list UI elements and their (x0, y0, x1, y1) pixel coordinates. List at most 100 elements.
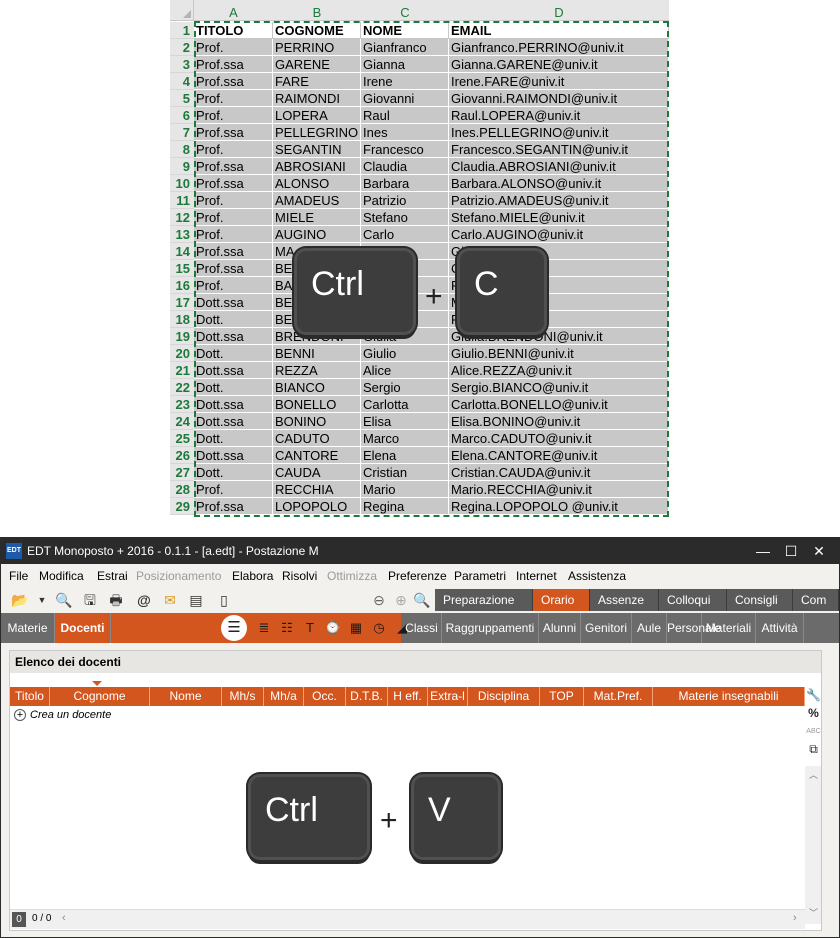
column-header[interactable]: Extra-l (428, 687, 468, 706)
sheet-cell[interactable]: Cristian.CAUDA@univ.it (449, 464, 669, 481)
sheet-cell[interactable]: Patrizio.AMADEUS@univ.it (449, 192, 669, 209)
sheet-cell[interactable]: Stefano.MIELE@univ.it (449, 209, 669, 226)
tab-alunni[interactable]: Alunni (539, 613, 581, 643)
sheet-cell[interactable]: Prof.ssa (194, 498, 273, 515)
minimize-button[interactable]: — (751, 541, 775, 561)
sheet-cell[interactable]: CADUTO (273, 430, 361, 447)
column-title-cell[interactable]: EMAIL (449, 22, 669, 39)
sheet-cell[interactable]: LOPOPOLO (273, 498, 361, 515)
sheet-cell[interactable]: MIELE (273, 209, 361, 226)
sheet-cell[interactable]: ABROSIANI (273, 158, 361, 175)
sheet-cell[interactable]: Mario.RECCHIA@univ.it (449, 481, 669, 498)
sheet-cell[interactable]: Dott. (194, 430, 273, 447)
tab-attività[interactable]: Attività (756, 613, 804, 643)
sheet-cell[interactable]: Raul.LOPERA@univ.it (449, 107, 669, 124)
column-header[interactable]: Titolo (10, 687, 50, 706)
sheet-cell[interactable]: AUGINO (273, 226, 361, 243)
sheet-cell[interactable]: Carlotta.BONELLO@univ.it (449, 396, 669, 413)
scroll-down-icon[interactable]: ﹀ (809, 906, 818, 919)
sheet-cell[interactable]: Giovanni (361, 90, 449, 107)
menu-assistenza[interactable]: Assistenza (568, 569, 626, 583)
percent-icon[interactable]: % (805, 705, 822, 721)
maximize-button[interactable]: ☐ (779, 541, 803, 561)
row-header[interactable]: 29 (170, 498, 194, 515)
sheet-cell[interactable]: Ines (361, 124, 449, 141)
tab-genitori[interactable]: Genitori (581, 613, 632, 643)
scroll-left-icon[interactable]: ‹ (62, 912, 66, 924)
sheet-cell[interactable]: Carlo (361, 226, 449, 243)
zoom-search-icon[interactable]: 🔍 (413, 591, 431, 609)
row-header[interactable]: 28 (170, 481, 194, 498)
row-header[interactable]: 20 (170, 345, 194, 362)
sheet-cell[interactable]: Claudia.ABROSIANI@univ.it (449, 158, 669, 175)
menu-parametri[interactable]: Parametri (454, 569, 506, 583)
row-header[interactable]: 17 (170, 294, 194, 311)
sheet-cell[interactable]: Prof. (194, 277, 273, 294)
sheet-cell[interactable]: PERRINO (273, 39, 361, 56)
row-header[interactable]: 18 (170, 311, 194, 328)
row-header[interactable]: 12 (170, 209, 194, 226)
row-header[interactable]: 3 (170, 56, 194, 73)
row-header[interactable]: 11 (170, 192, 194, 209)
column-header[interactable]: TOP (540, 687, 584, 706)
tab-materiali[interactable]: Materiali (702, 613, 756, 643)
column-header[interactable]: Cognome (50, 687, 150, 706)
sheet-cell[interactable]: Prof.ssa (194, 243, 273, 260)
menu-posizionamento[interactable]: Posizionamento (136, 569, 221, 583)
abc-icon[interactable]: ABC (805, 724, 822, 740)
column-header-a[interactable]: A (194, 0, 273, 21)
sheet-cell[interactable]: Barbara.ALONSO@univ.it (449, 175, 669, 192)
row-header[interactable]: 25 (170, 430, 194, 447)
column-header[interactable]: Materie insegnabili (653, 687, 805, 706)
sheet-cell[interactable]: Prof. (194, 226, 273, 243)
sheet-cell[interactable]: Prof.ssa (194, 56, 273, 73)
row-header[interactable]: 26 (170, 447, 194, 464)
sheet-cell[interactable]: BONELLO (273, 396, 361, 413)
sheet-cell[interactable]: Regina.LOPOPOLO @univ.it (449, 498, 669, 515)
sheet-cell[interactable]: CANTORE (273, 447, 361, 464)
sheet-cell[interactable]: Prof.ssa (194, 260, 273, 277)
tab-aule[interactable]: Aule (632, 613, 667, 643)
column-header[interactable]: Mat.Pref. (584, 687, 653, 706)
row-header[interactable]: 1 (170, 22, 194, 39)
sheet-cell[interactable]: Giulio (361, 345, 449, 362)
sheet-cell[interactable]: Sergio (361, 379, 449, 396)
sheet-cell[interactable]: Alice (361, 362, 449, 379)
mobile-device-icon[interactable]: ▯ (215, 591, 233, 609)
row-header[interactable]: 14 (170, 243, 194, 260)
sheet-cell[interactable]: Sergio.BIANCO@univ.it (449, 379, 669, 396)
tab-com[interactable]: Com (793, 589, 839, 611)
row-header[interactable]: 5 (170, 90, 194, 107)
sheet-cell[interactable]: Prof. (194, 209, 273, 226)
tab-docenti[interactable]: Docenti (55, 613, 111, 643)
sheet-cell[interactable]: Prof.ssa (194, 158, 273, 175)
sheet-cell[interactable]: Marco.CADUTO@univ.it (449, 430, 669, 447)
stack-icon[interactable]: ≣ (254, 619, 274, 637)
back-arrow-icon[interactable]: ⊖ (370, 591, 388, 609)
sheet-cell[interactable]: Irene.FARE@univ.it (449, 73, 669, 90)
sheet-cell[interactable]: Carlo.AUGINO@univ.it (449, 226, 669, 243)
sheet-cell[interactable]: Prof. (194, 107, 273, 124)
column-header-d[interactable]: D (449, 0, 669, 21)
title-bar[interactable]: EDT EDT Monoposto + 2016 - 0.1.1 - [a.ed… (1, 538, 839, 564)
forward-arrow-icon[interactable]: ⊕ (392, 591, 410, 609)
sheet-cell[interactable]: AMADEUS (273, 192, 361, 209)
sheet-cell[interactable]: Dott.ssa (194, 447, 273, 464)
sheet-cell[interactable]: LOPERA (273, 107, 361, 124)
sheet-cell[interactable]: Prof.ssa (194, 124, 273, 141)
sheet-cell[interactable]: Dott.ssa (194, 294, 273, 311)
copy-icon[interactable]: ⧉ (805, 741, 822, 757)
column-header[interactable]: Nome (150, 687, 222, 706)
sheet-cell[interactable]: BONINO (273, 413, 361, 430)
sheet-cell[interactable]: Regina (361, 498, 449, 515)
row-header[interactable]: 7 (170, 124, 194, 141)
sheet-cell[interactable]: GARENE (273, 56, 361, 73)
column-header[interactable]: D.T.B. (346, 687, 388, 706)
sheet-cell[interactable]: Elena.CANTORE@univ.it (449, 447, 669, 464)
email-at-icon[interactable]: @ (135, 591, 153, 609)
sheet-cell[interactable]: Gianna.GARENE@univ.it (449, 56, 669, 73)
tab-materie[interactable]: Materie (1, 613, 55, 643)
sheet-cell[interactable]: Gianna (361, 56, 449, 73)
sheet-cell[interactable]: Prof.ssa (194, 175, 273, 192)
row-header[interactable]: 21 (170, 362, 194, 379)
